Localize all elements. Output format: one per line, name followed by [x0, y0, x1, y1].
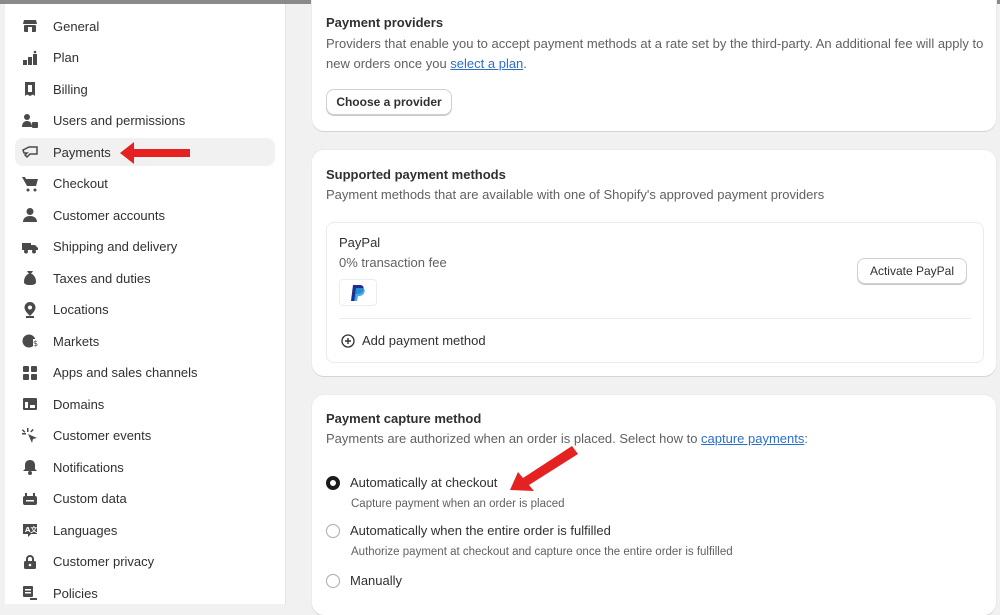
svg-text:$: $ [33, 339, 38, 348]
sidebar-item-label: Locations [53, 302, 109, 317]
sidebar-item-label: General [53, 18, 100, 34]
svg-text:A文: A文 [25, 525, 38, 534]
sidebar-item-checkout[interactable]: Checkout [15, 170, 275, 198]
cart-icon [21, 175, 39, 193]
option-help-text: Authorize payment at checkout and captur… [351, 546, 733, 558]
sidebar-item-label: Languages [53, 522, 118, 538]
sidebar-item-label: Billing [53, 81, 88, 97]
sidebar-item-label: Notifications [53, 459, 124, 475]
sidebar-item-markets[interactable]: $ Markets [15, 327, 275, 355]
description-text: . [523, 56, 527, 71]
option-label: Automatically when the entire order is f… [350, 523, 611, 538]
sidebar-item-label: Checkout [53, 176, 108, 191]
payments-icon [21, 143, 39, 161]
capture-payments-link[interactable]: capture payments [701, 431, 804, 446]
sidebar-item-label: Customer privacy [53, 554, 155, 569]
sidebar-item-customer-privacy[interactable]: Customer privacy [15, 548, 275, 576]
capture-option-automatically-at-checkout[interactable]: Automatically at checkout [326, 475, 497, 490]
sidebar-item-domains[interactable]: Domains [15, 390, 275, 418]
settings-sidebar: General Plan Billing Users and permissio… [5, 4, 286, 604]
truck-icon [21, 238, 39, 256]
plus-circle-icon [341, 333, 355, 348]
payment-capture-method-card: Payment capture method Payments are auth… [312, 395, 996, 615]
domains-icon [21, 395, 39, 413]
supported-payment-methods-card: Supported payment methods Payment method… [312, 150, 996, 376]
sidebar-item-general[interactable]: General [15, 12, 275, 40]
sidebar-item-customer-accounts[interactable]: Customer accounts [15, 201, 275, 229]
sidebar-item-label: Shipping and delivery [53, 239, 178, 254]
divider [339, 318, 971, 319]
option-help-text: Capture payment when an order is placed [351, 498, 565, 510]
option-label: Manually [350, 573, 403, 588]
store-icon [21, 17, 39, 35]
lock-icon [21, 553, 39, 571]
language-icon: A文 [21, 521, 39, 539]
sidebar-item-label: Apps and sales channels [53, 365, 198, 380]
sidebar-item-users-and-permissions[interactable]: Users and permissions [15, 107, 275, 135]
custom-data-icon [21, 490, 39, 508]
paypal-logo-icon [351, 284, 365, 301]
tax-bag-icon [21, 269, 39, 287]
sidebar-item-locations[interactable]: Locations [15, 296, 275, 324]
paypal-method-box: PayPal 0% transaction fee Activate PayPa… [326, 222, 984, 363]
globe-icon: $ [21, 332, 39, 350]
capture-option-manually[interactable]: Manually [326, 573, 402, 588]
policies-icon [21, 584, 39, 602]
radio-button[interactable] [326, 573, 340, 588]
bell-icon [21, 458, 39, 476]
sidebar-item-custom-data[interactable]: Custom data [15, 485, 275, 513]
select-a-plan-link[interactable]: select a plan [450, 56, 523, 71]
provider-name: PayPal [339, 235, 381, 250]
description-text: Providers that enable you to accept paym… [326, 36, 984, 71]
paypal-logo-badge [339, 279, 377, 306]
sidebar-item-label: Users and permissions [53, 113, 186, 128]
sidebar-item-label: Customer accounts [53, 207, 165, 223]
supported-methods-title: Supported payment methods [326, 167, 506, 182]
sidebar-item-notifications[interactable]: Notifications [15, 453, 275, 481]
sidebar-item-label: Policies [53, 585, 98, 601]
provider-fee: 0% transaction fee [339, 255, 447, 270]
choose-a-provider-button[interactable]: Choose a provider [326, 89, 452, 115]
capture-method-title: Payment capture method [326, 411, 482, 426]
option-label: Automatically at checkout [350, 475, 498, 490]
sidebar-item-label: Custom data [53, 491, 127, 506]
sidebar-item-label: Taxes and duties [53, 270, 151, 286]
description-text: : [804, 431, 809, 446]
sidebar-item-label: Domains [53, 396, 105, 412]
sidebar-item-billing[interactable]: Billing [15, 75, 275, 103]
sidebar-item-taxes-and-duties[interactable]: Taxes and duties [15, 264, 275, 292]
apps-icon [21, 364, 39, 382]
sidebar-item-label: Markets [53, 333, 100, 349]
plan-icon [21, 49, 39, 67]
sidebar-item-customer-events[interactable]: Customer events [15, 422, 275, 450]
cursor-click-icon [21, 427, 39, 445]
sidebar-item-label: Customer events [53, 428, 152, 443]
payment-providers-title: Payment providers [326, 15, 444, 30]
sidebar-item-languages[interactable]: A文 Languages [15, 516, 275, 544]
activate-paypal-button[interactable]: Activate PayPal [857, 258, 967, 284]
radio-button[interactable] [326, 523, 340, 538]
location-pin-icon [21, 301, 39, 319]
sidebar-item-label: Payments [53, 144, 111, 160]
billing-icon [21, 80, 39, 98]
sidebar-item-payments[interactable]: Payments [15, 138, 275, 166]
add-payment-method-button[interactable]: Add payment method [341, 333, 486, 348]
sidebar-item-shipping-and-delivery[interactable]: Shipping and delivery [15, 233, 275, 261]
description-text: Payments are authorized when an order is… [326, 431, 702, 446]
add-payment-method-label: Add payment method [362, 333, 486, 348]
sidebar-item-label: Plan [53, 50, 80, 65]
capture-option-when-fulfilled[interactable]: Automatically when the entire order is f… [326, 523, 611, 538]
sidebar-item-plan[interactable]: Plan [15, 44, 275, 72]
capture-method-description: Payments are authorized when an order is… [326, 429, 808, 449]
person-icon [21, 206, 39, 224]
payment-providers-description: Providers that enable you to accept paym… [326, 34, 986, 74]
sidebar-item-policies[interactable]: Policies [15, 579, 275, 607]
users-icon [21, 112, 39, 130]
radio-button-checked[interactable] [326, 475, 340, 490]
payment-providers-card: Payment providers Providers that enable … [312, 0, 996, 131]
supported-methods-description: Payment methods that are available with … [326, 187, 825, 202]
sidebar-item-apps-and-sales-channels[interactable]: Apps and sales channels [15, 359, 275, 387]
